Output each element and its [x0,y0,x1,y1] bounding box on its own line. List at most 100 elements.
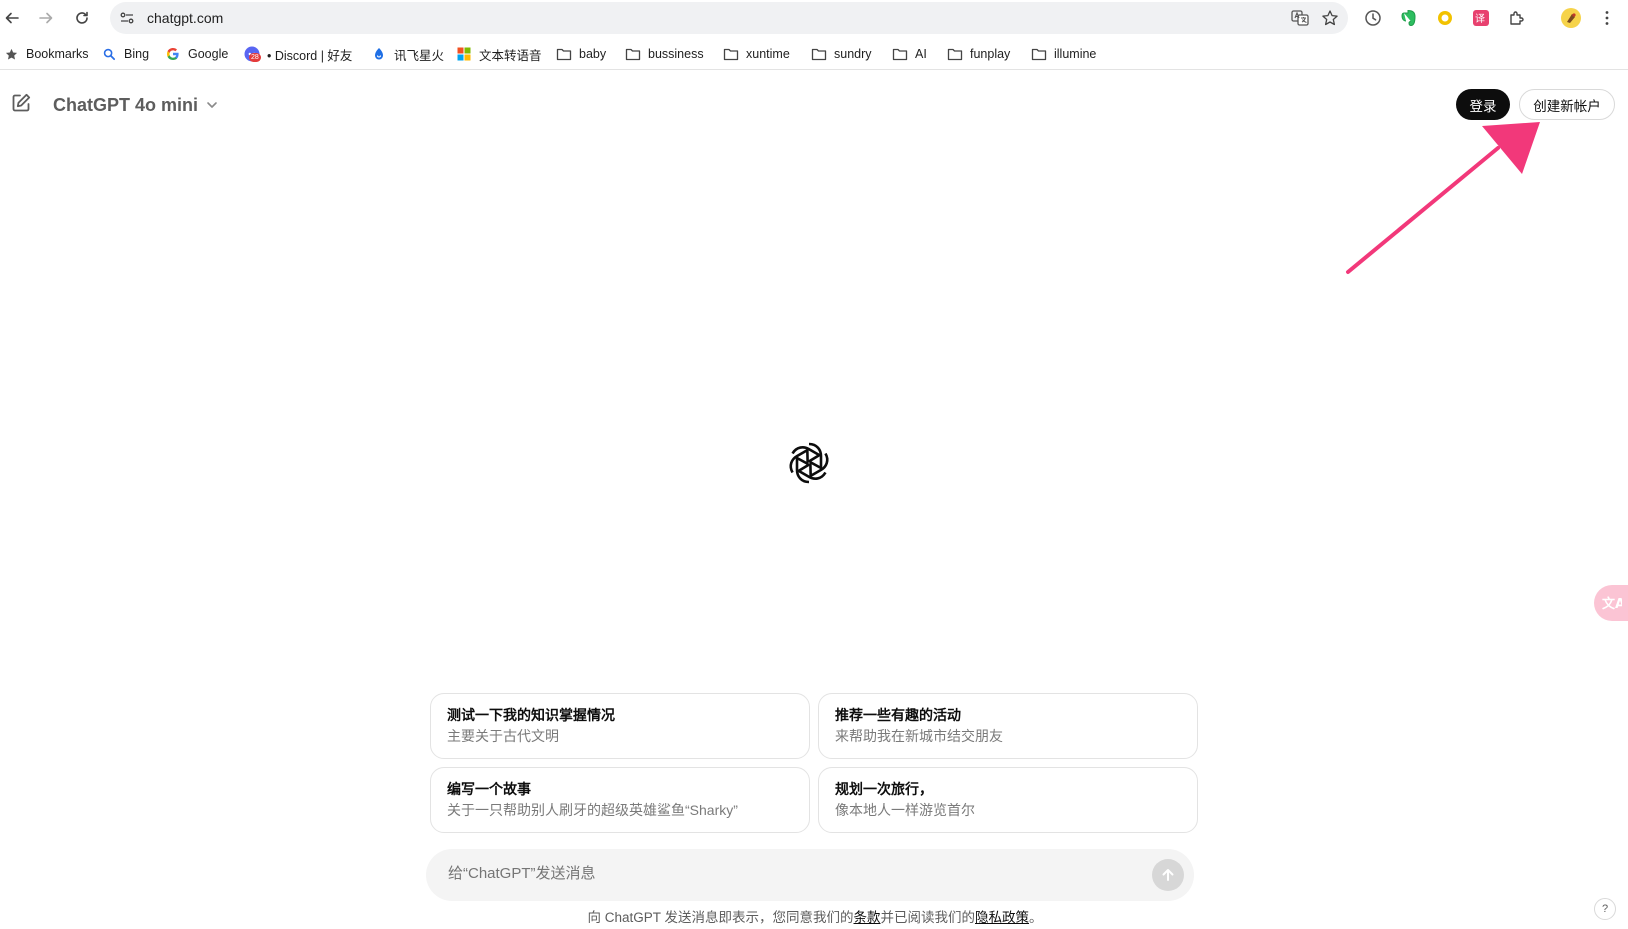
bookmark-text-to-speech[interactable]: 文本转语音 [456,45,542,63]
bookmark-xunfei[interactable]: 讯飞星火 [371,45,444,63]
bookmark-folder-funplay[interactable]: funplay [947,45,1010,63]
folder-icon [892,46,908,62]
legal-notice: 向 ChatGPT 发送消息即表示，您同意我们的条款并已阅读我们的隐私政策。 [0,906,1628,926]
forward-button[interactable] [34,6,58,30]
translate-page-button[interactable] [1290,8,1310,28]
terms-link[interactable]: 条款 [854,910,881,925]
xunfei-icon [371,46,387,62]
suggestion-card[interactable]: 测试一下我的知识掌握情况 主要关于古代文明 [430,693,810,759]
new-chat-button[interactable] [8,90,34,116]
arrow-left-icon [5,12,19,24]
bookmark-label: xuntime [746,47,790,61]
bookmark-label: Bookmarks [26,47,89,61]
clock-icon [1365,10,1381,26]
suggestion-card[interactable]: 编写一个故事 关于一只帮助别人刷牙的超级英雄鲨鱼“Sharky” [430,767,810,833]
google-icon [165,46,181,62]
svg-text:文A: 文A [1602,596,1622,612]
reload-button[interactable] [70,6,94,30]
message-input[interactable] [448,865,1088,882]
browser-toolbar: chatgpt.com 译 [0,0,1628,36]
suggestion-subtitle: 像本地人一样游览首尔 [835,802,975,818]
bookmark-folder-ai[interactable]: AI [892,45,927,63]
url-text: chatgpt.com [147,10,224,26]
bookmark-label: 文本转语音 [479,48,542,63]
svg-text:译: 译 [1475,13,1485,25]
bookmarks-bar: Bookmarks Bing Google 28 • Discord | 好友 … [0,38,1628,70]
bookmark-folder-illumine[interactable]: illumine [1031,45,1096,63]
site-settings-icon[interactable] [119,10,135,26]
puzzle-icon [1510,11,1524,25]
chevron-down-icon [207,102,217,108]
bookmark-label: AI [915,47,927,61]
yellow-ring-extension[interactable] [1434,7,1456,29]
bookmark-folder-baby[interactable]: baby [556,45,606,63]
evernote-extension[interactable] [1398,7,1420,29]
suggestion-subtitle: 来帮助我在新城市结交朋友 [835,728,1003,744]
suggestion-title: 推荐一些有趣的活动 [835,707,961,723]
translator-extension[interactable]: 译 [1470,7,1492,29]
send-button[interactable] [1152,859,1184,891]
bookmark-google[interactable]: Google [165,45,228,63]
folder-icon [556,46,572,62]
reload-icon [76,11,88,24]
bookmark-bing[interactable]: Bing [101,45,149,63]
model-selector[interactable]: ChatGPT 4o mini [42,86,230,124]
bookmark-label: illumine [1054,47,1097,61]
model-name: ChatGPT 4o mini [53,94,199,115]
annotation-arrow-icon [1346,122,1540,274]
evernote-icon [1401,9,1416,27]
notification-badge: 28 [249,53,261,62]
bookmark-label: baby [579,47,607,61]
arrow-up-icon [1162,869,1174,881]
folder-icon [947,46,963,62]
folder-icon [811,46,827,62]
search-icon [101,46,117,62]
bookmark-discord[interactable]: 28 • Discord | 好友 [244,45,352,63]
message-composer[interactable] [426,849,1194,901]
arrow-right-icon [39,12,53,24]
bookmark-folder-sundry[interactable]: sundry [811,45,872,63]
floating-translate-button[interactable]: 文A [1594,585,1628,621]
folder-icon [1031,46,1047,62]
bookmark-star-button[interactable] [1320,8,1340,28]
openai-logo-icon [789,442,829,484]
suggestion-card[interactable]: 推荐一些有趣的活动 来帮助我在新城市结交朋友 [818,693,1198,759]
microsoft-icon [456,46,472,62]
suggestion-subtitle: 主要关于古代文明 [447,728,559,744]
address-bar[interactable]: chatgpt.com [110,2,1348,34]
help-button[interactable]: ? [1594,898,1616,920]
extensions-menu-button[interactable] [1506,7,1528,29]
bookmark-label: funplay [970,47,1011,61]
back-button[interactable] [0,6,24,30]
bookmark-label: 讯飞星火 [394,48,445,63]
suggestion-card[interactable]: 规划一次旅行， 像本地人一样游览首尔 [818,767,1198,833]
bookmark-folder-xuntime[interactable]: xuntime [723,45,790,63]
signup-button[interactable]: 创建新帐户 [1519,89,1615,120]
bookmark-label: sundry [834,47,872,61]
edit-icon [12,93,31,112]
avatar-icon [1561,8,1581,28]
history-extension[interactable] [1362,7,1384,29]
suggestion-title: 规划一次旅行， [835,781,933,797]
privacy-link[interactable]: 隐私政策 [975,910,1029,925]
translate-pink-icon: 译 [1473,10,1489,26]
login-button[interactable]: 登录 [1456,89,1510,120]
suggestion-title: 测试一下我的知识掌握情况 [447,707,615,723]
folder-icon [625,46,641,62]
legal-prefix: 向 ChatGPT 发送消息即表示，您同意我们的 [587,910,854,925]
bookmark-label: • Discord | 好友 [267,48,353,63]
star-icon [3,46,19,62]
profile-avatar-button[interactable] [1560,7,1582,29]
star-outline-icon [1322,10,1338,26]
bookmark-label: Google [188,47,229,61]
suggestion-subtitle: 关于一只帮助别人刷牙的超级英雄鲨鱼“Sharky” [447,802,738,818]
folder-icon [723,46,739,62]
bookmark-label: Bing [124,47,150,61]
bookmark-bookmarks[interactable]: Bookmarks [3,45,89,63]
bookmark-label: bussiness [648,47,704,61]
legal-middle: 并已阅读我们的 [880,910,976,925]
discord-icon: 28 [244,46,261,62]
bookmark-folder-bussiness[interactable]: bussiness [625,45,704,63]
translate-float-icon: 文A [1602,596,1622,612]
browser-menu-button[interactable] [1596,7,1618,29]
